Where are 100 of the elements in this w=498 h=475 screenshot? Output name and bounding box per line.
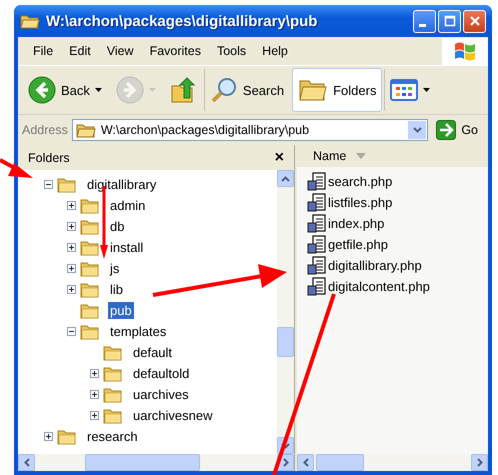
dropdown-button[interactable] [408, 121, 426, 139]
close-pane-button[interactable]: × [274, 148, 284, 166]
folder-icon [103, 366, 123, 382]
expand-toggle[interactable] [67, 285, 76, 294]
minimize-icon [419, 24, 426, 26]
php-file-icon [307, 234, 327, 254]
scroll-left-icon[interactable] [302, 458, 308, 467]
folder-icon [80, 302, 100, 318]
scroll-thumb[interactable] [85, 454, 200, 471]
file-name[interactable]: search.php [328, 174, 392, 189]
folder-icon [103, 344, 123, 360]
folder-name[interactable]: default [131, 344, 174, 361]
folder-icon [80, 260, 100, 276]
chevron-down-icon [412, 127, 422, 133]
expand-toggle[interactable] [67, 327, 76, 336]
menu-item[interactable]: File [26, 44, 62, 58]
folder-name[interactable]: db [108, 218, 126, 235]
menu-item[interactable]: Help [255, 44, 297, 58]
folder-name[interactable]: templates [108, 323, 168, 340]
close-button[interactable] [463, 10, 486, 32]
folder-name[interactable]: uarchivesnew [131, 407, 214, 424]
file-name[interactable]: digitalcontent.php [328, 279, 430, 294]
expander-icon [67, 285, 76, 294]
scroll-right-icon[interactable] [282, 458, 288, 467]
php-file-icon [307, 276, 327, 296]
back-button[interactable]: Back [22, 68, 108, 112]
expand-toggle[interactable] [67, 201, 76, 210]
file-name[interactable]: getfile.php [328, 237, 388, 252]
folder-name[interactable]: digitallibrary [85, 176, 158, 193]
scroll-down-icon[interactable] [281, 442, 290, 448]
minimize-button[interactable] [413, 10, 436, 32]
expander-icon [67, 243, 76, 252]
expander-icon [67, 264, 76, 273]
scroll-thumb[interactable] [316, 454, 364, 471]
scroll-up-icon[interactable] [281, 176, 290, 182]
expander-icon [67, 222, 76, 231]
folder-icon [103, 386, 123, 402]
folder-icon [57, 176, 77, 192]
php-file-icon [307, 192, 327, 212]
folder-icon [103, 408, 123, 424]
folder-name[interactable]: admin [108, 197, 148, 214]
scroll-left-icon[interactable] [24, 458, 30, 467]
expand-toggle[interactable] [67, 264, 76, 273]
expand-toggle[interactable] [67, 222, 76, 231]
vertical-scrollbar[interactable] [277, 170, 294, 454]
file-name[interactable]: listfiles.php [328, 195, 392, 210]
address-field[interactable]: W:\archon\packages\digitallibrary\pub [72, 119, 428, 141]
scroll-right-icon[interactable] [476, 458, 482, 467]
horizontal-scrollbar[interactable] [18, 454, 294, 471]
expand-toggle[interactable] [44, 432, 53, 441]
folders-button[interactable]: Folders [292, 68, 382, 112]
expander-icon [67, 201, 76, 210]
menu-item[interactable]: Edit [62, 44, 100, 58]
file-name[interactable]: digitallibrary.php [328, 258, 422, 273]
expander-icon [90, 411, 99, 420]
expand-toggle[interactable] [44, 180, 53, 189]
folder-icon [80, 198, 100, 214]
caret-icon [148, 88, 156, 92]
folder-name[interactable]: defaultold [131, 365, 192, 382]
file-name[interactable]: index.php [328, 216, 384, 231]
expand-toggle[interactable] [90, 390, 99, 399]
maximize-icon [444, 15, 456, 27]
maximize-button[interactable] [438, 10, 461, 32]
folder-name[interactable]: uarchives [131, 386, 191, 403]
caret-icon [423, 88, 430, 92]
search-button[interactable]: Search [204, 68, 290, 112]
folder-name[interactable]: pub [108, 302, 134, 319]
expand-toggle[interactable] [90, 369, 99, 378]
window-title: W:\archon\packages\digitallibrary\pub [46, 12, 318, 30]
expander-icon [90, 390, 99, 399]
folder-icon [20, 13, 40, 29]
php-file-icon [307, 256, 327, 276]
folder-name[interactable]: research [85, 428, 140, 445]
horizontal-scrollbar[interactable] [297, 454, 488, 471]
folder-icon [80, 282, 100, 298]
php-file-icon [307, 214, 327, 234]
expander-icon [44, 432, 53, 441]
menu-item[interactable]: Tools [210, 44, 256, 58]
close-icon [468, 15, 480, 27]
expander-icon [44, 180, 53, 189]
folder-name[interactable]: js [108, 260, 122, 277]
expander-icon [67, 327, 76, 336]
folder-name[interactable]: install [108, 239, 146, 256]
expand-toggle[interactable] [67, 243, 76, 252]
folder-name[interactable]: lib [108, 281, 126, 298]
go-button[interactable]: Go [432, 120, 484, 140]
folder-icon [80, 324, 100, 340]
expander-icon [90, 369, 99, 378]
folder-icon [76, 122, 96, 138]
menu-item[interactable]: View [100, 44, 143, 58]
address-label: Address [22, 123, 68, 137]
folder-icon [80, 218, 100, 234]
go-arrow-icon [436, 120, 456, 140]
sort-arrow-icon [356, 153, 366, 159]
search-icon [210, 76, 238, 104]
expand-toggle[interactable] [90, 411, 99, 420]
scroll-thumb[interactable] [277, 327, 294, 357]
folder-icon [80, 240, 100, 256]
folder-icon [57, 428, 77, 444]
menu-item[interactable]: Favorites [142, 44, 210, 58]
